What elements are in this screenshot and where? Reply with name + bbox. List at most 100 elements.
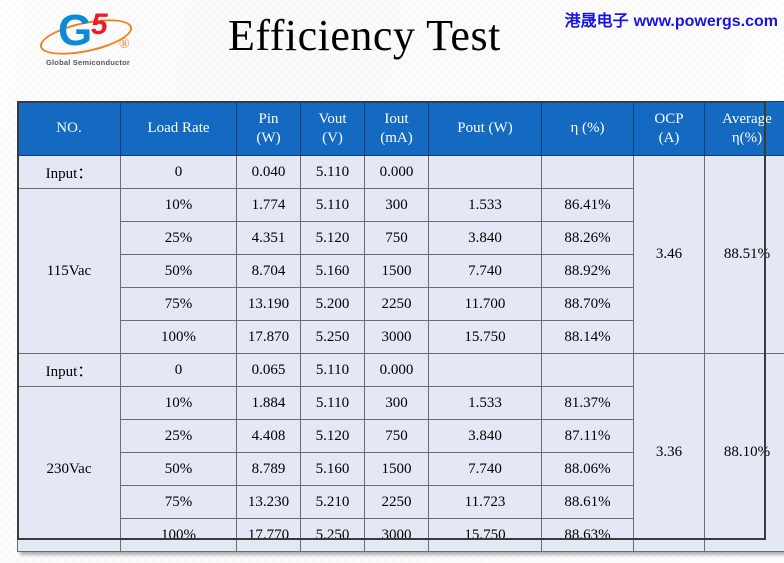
cell-eta: [541, 353, 634, 387]
cell-eta: 86.41%: [541, 188, 634, 222]
column-header-load-rate: Load Rate: [120, 101, 237, 156]
cell-vout: 5.120: [300, 419, 365, 453]
logo-letter-g: G: [58, 6, 92, 55]
cell-pout: [428, 353, 542, 387]
watermark: 港晟电子 www.powergs.com: [565, 7, 778, 31]
column-header-pout: Pout (W): [428, 101, 542, 156]
cell-iout: 750: [364, 419, 429, 453]
cell-pout: 15.750: [428, 518, 542, 552]
cell-eta: 88.63%: [541, 518, 634, 552]
column-header-iout-unit: (mA): [380, 129, 413, 146]
cell-iout: 0.000: [364, 155, 429, 189]
table-row: Input： 0 0.040 5.110 0.000 3.46 88.51%: [17, 155, 784, 354]
cell-vout: 5.250: [300, 320, 365, 354]
cell-load-rate: 100%: [120, 518, 237, 552]
table-row: Input： 0 0.065 5.110 0.000 3.36 88.10%: [17, 353, 784, 552]
cell-vout: 5.110: [300, 386, 365, 420]
watermark-website: www.powergs.com: [633, 13, 778, 30]
cell-load-rate: 50%: [120, 254, 237, 288]
cell-ocp-115: 3.46: [633, 155, 705, 354]
column-header-vout: Vout (V): [300, 101, 365, 156]
column-header-eta: η (%): [541, 101, 634, 156]
column-header-iout-label: Iout: [384, 110, 409, 127]
cell-iout: 0.000: [364, 353, 429, 387]
watermark-company-name: 港晟电子: [564, 13, 629, 30]
cell-load-rate: 25%: [120, 221, 237, 255]
cell-eta: [541, 155, 634, 189]
logo-mark: G 5 ®: [33, 6, 143, 62]
cell-vout: 5.200: [300, 287, 365, 321]
efficiency-test-table: NO. Load Rate Pin (W) Vout (V) Iout (mA)…: [17, 101, 784, 552]
cell-eta: 88.26%: [541, 221, 634, 255]
logo-caption: Global Semiconductor: [45, 58, 130, 67]
cell-vout: 5.210: [300, 485, 365, 519]
cell-pin: 0.065: [236, 353, 301, 387]
input-label-115: Input：: [17, 155, 121, 189]
input-label-230: Input：: [17, 353, 121, 387]
cell-ocp-230: 3.36: [633, 353, 705, 552]
cell-pout: 3.840: [428, 221, 542, 255]
cell-load-rate: 75%: [120, 287, 237, 321]
cell-average-230: 88.10%: [704, 353, 784, 552]
cell-iout: 2250: [364, 287, 429, 321]
column-header-average: Average η(%): [704, 101, 784, 156]
cell-pout: 11.700: [428, 287, 542, 321]
cell-eta: 88.06%: [541, 452, 634, 486]
cell-eta: 88.70%: [541, 287, 634, 321]
cell-pout: 7.740: [428, 452, 542, 486]
column-header-no: NO.: [17, 101, 121, 156]
cell-vout: 5.110: [300, 353, 365, 387]
cell-pin: 8.704: [236, 254, 301, 288]
registered-trademark-icon: ®: [119, 37, 130, 52]
cell-pout: 7.740: [428, 254, 542, 288]
cell-vout: 5.160: [300, 254, 365, 288]
company-logo: G 5 ® Global Semiconductor: [33, 8, 143, 74]
table-header-row: NO. Load Rate Pin (W) Vout (V) Iout (mA)…: [17, 101, 784, 156]
column-header-iout: Iout (mA): [364, 101, 429, 156]
cell-pout: 3.840: [428, 419, 542, 453]
column-header-vout-unit: (V): [322, 129, 343, 146]
cell-iout: 3000: [364, 320, 429, 354]
cell-iout: 1500: [364, 254, 429, 288]
cell-load-rate: 10%: [120, 188, 237, 222]
group-label-115vac: 115Vac: [17, 188, 121, 354]
cell-pout: 11.723: [428, 485, 542, 519]
column-header-average-unit: η(%): [731, 129, 763, 146]
cell-pin: 0.040: [236, 155, 301, 189]
cell-iout: 750: [364, 221, 429, 255]
column-header-pin-unit: (W): [256, 129, 281, 146]
cell-average-115: 88.51%: [704, 155, 784, 354]
cell-pin: 4.408: [236, 419, 301, 453]
cell-pout: 1.533: [428, 188, 542, 222]
cell-pin: 4.351: [236, 221, 301, 255]
cell-iout: 300: [364, 188, 429, 222]
cell-vout: 5.110: [300, 188, 365, 222]
column-header-pin: Pin (W): [236, 101, 301, 156]
column-header-pin-label: Pin: [258, 110, 279, 127]
cell-iout: 300: [364, 386, 429, 420]
group-label-230vac: 230Vac: [17, 386, 121, 552]
column-header-ocp-unit: (A): [658, 129, 680, 146]
cell-eta: 87.11%: [541, 419, 634, 453]
cell-iout: 1500: [364, 452, 429, 486]
cell-pin: 1.774: [236, 188, 301, 222]
cell-pin: 1.884: [236, 386, 301, 420]
column-header-ocp: OCP (A): [633, 101, 705, 156]
cell-vout: 5.120: [300, 221, 365, 255]
cell-load-rate: 50%: [120, 452, 237, 486]
cell-pout: [428, 155, 542, 189]
cell-pin: 13.190: [236, 287, 301, 321]
cell-pout: 15.750: [428, 320, 542, 354]
cell-load-rate: 75%: [120, 485, 237, 519]
cell-pin: 17.870: [236, 320, 301, 354]
cell-eta: 88.61%: [541, 485, 634, 519]
page-title: Efficiency Test: [228, 11, 501, 60]
cell-vout: 5.250: [300, 518, 365, 552]
cell-eta: 81.37%: [541, 386, 634, 420]
cell-pin: 17.770: [236, 518, 301, 552]
column-header-ocp-label: OCP: [654, 110, 684, 127]
cell-eta: 88.14%: [541, 320, 634, 354]
cell-load-rate: 100%: [120, 320, 237, 354]
cell-eta: 88.92%: [541, 254, 634, 288]
cell-vout: 5.110: [300, 155, 365, 189]
